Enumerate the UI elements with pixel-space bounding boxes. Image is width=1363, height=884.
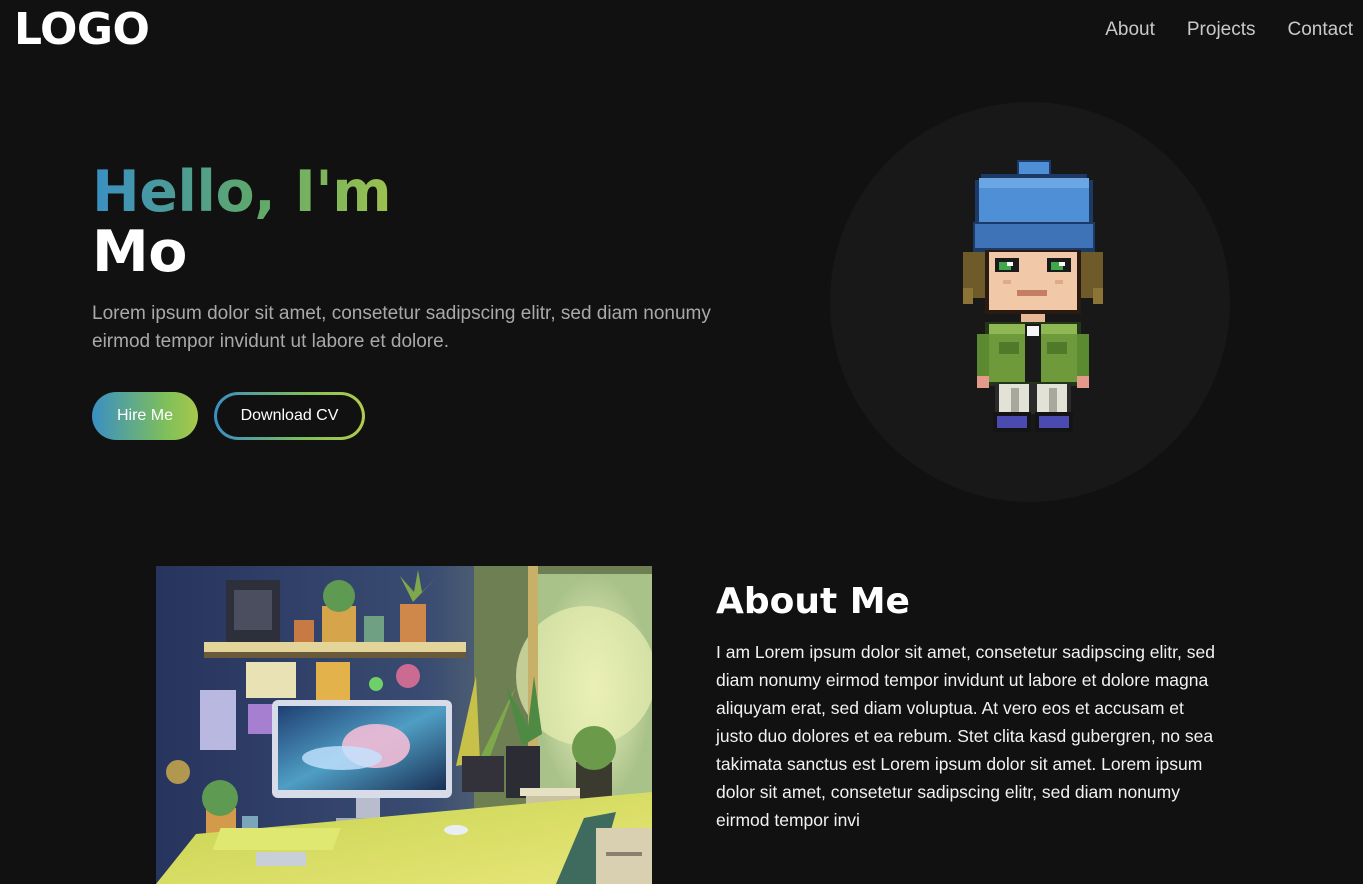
nav-link-contact[interactable]: Contact (1288, 16, 1353, 44)
nav-link-projects[interactable]: Projects (1187, 16, 1256, 44)
nav-link-about[interactable]: About (1105, 16, 1155, 44)
hero-name: Mo (92, 219, 187, 285)
workspace-illustration (156, 566, 652, 884)
hero-title: Hello, I'm Mo (92, 159, 392, 285)
main-nav: About Projects Contact (1105, 16, 1353, 44)
about-text: I am Lorem ipsum dolor sit amet, consete… (716, 642, 1215, 830)
page: LOGO About Projects Contact Hello, I'm M… (0, 0, 1363, 884)
pixel-art-character-icon (963, 160, 1103, 432)
hero-description: Lorem ipsum dolor sit amet, consetetur s… (92, 303, 711, 352)
about-title: About Me (716, 581, 910, 622)
hire-me-button[interactable]: Hire Me (92, 392, 198, 440)
download-cv-button[interactable]: Download CV (214, 392, 365, 440)
hero-greeting: Hello, I'm (92, 159, 392, 225)
logo[interactable]: LOGO (14, 4, 150, 56)
